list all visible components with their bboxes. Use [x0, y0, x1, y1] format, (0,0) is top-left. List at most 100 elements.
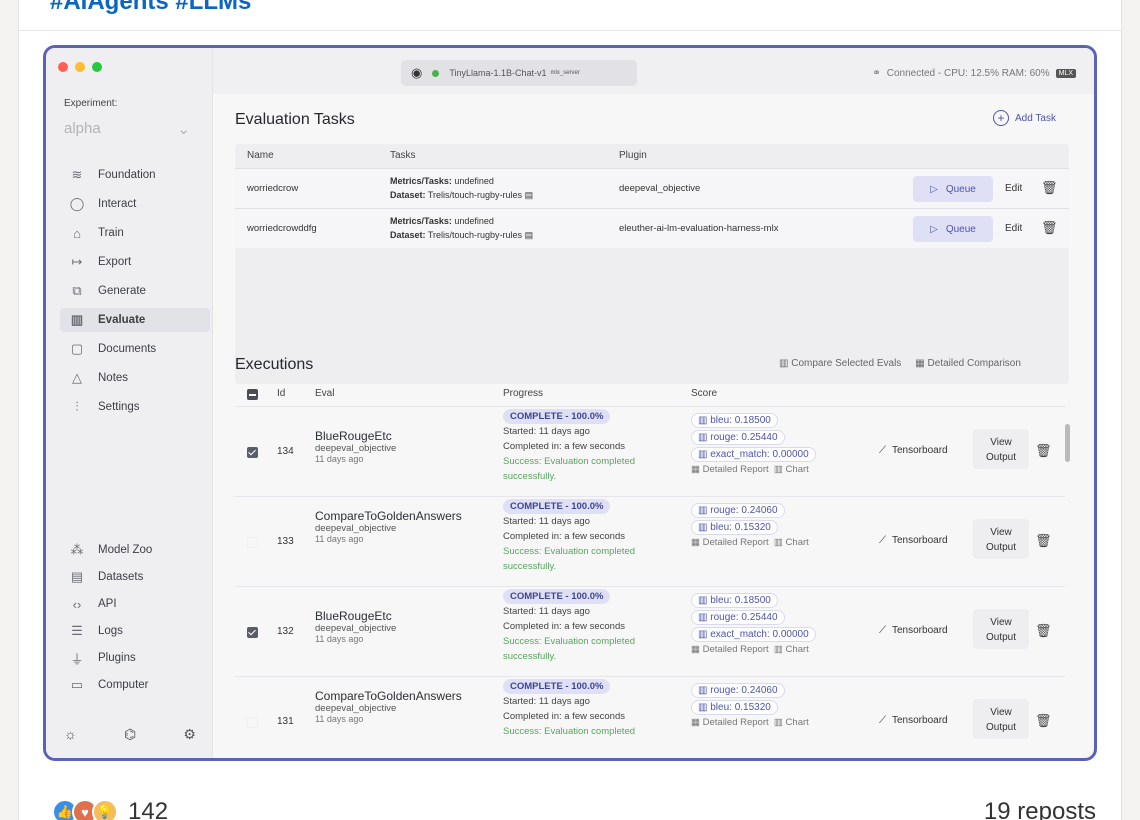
sidebar-item-computer[interactable]: ▭ Computer — [68, 673, 198, 697]
exec-id: 133 — [277, 536, 294, 547]
row-checkbox[interactable] — [247, 717, 258, 728]
post-hashtags[interactable]: #AIAgents #LLMs — [50, 0, 251, 16]
detailed-report-link[interactable]: ▦ Detailed Report — [691, 717, 769, 728]
sidebar-item-foundation[interactable]: ≋ Foundation — [68, 163, 198, 187]
queue-button[interactable]: ▷ Queue — [913, 176, 993, 202]
view-output-button[interactable]: View Output — [973, 429, 1029, 469]
tensorboard-button[interactable]: ⟋ Tensorboard — [879, 445, 948, 456]
chart-link[interactable]: ▥ Chart — [774, 717, 809, 728]
chart-link[interactable]: ▥ Chart — [774, 537, 809, 548]
main-content: Evaluation Tasks + Add Task Name Tasks P… — [213, 94, 1094, 758]
executions-header: Id Eval Progress Score — [235, 384, 1065, 406]
model-selector[interactable]: ◉ TinyLlama-1.1B-Chat-v1 mlx_server — [401, 60, 637, 86]
select-all-checkbox[interactable] — [247, 389, 258, 400]
view-output-button[interactable]: View Output — [973, 699, 1029, 739]
tensorboard-button[interactable]: ⟋ Tensorboard — [879, 625, 948, 636]
sidebar-item-logs[interactable]: ☰ Logs — [68, 619, 198, 643]
exec-eval: CompareToGoldenAnswers deepeval_objectiv… — [315, 689, 462, 724]
dataset-icon: ▤ — [70, 569, 84, 584]
score-pill: ▥ exact_match: 0.00000 — [691, 447, 816, 462]
close-window-button[interactable] — [58, 62, 68, 72]
gear-icon[interactable]: ⚙ — [183, 726, 196, 743]
exec-eval: CompareToGoldenAnswers deepeval_objectiv… — [315, 509, 462, 544]
sidebar-item-export[interactable]: ↦ Export — [68, 250, 198, 274]
play-icon: ▷ — [930, 223, 938, 235]
edit-button[interactable]: Edit — [1005, 183, 1022, 194]
sidebar-item-api[interactable]: ‹› API — [68, 592, 198, 616]
sun-icon[interactable]: ☼ — [64, 726, 77, 743]
bar-chart-icon: ▥ — [698, 629, 708, 640]
sidebar-item-settings[interactable]: ⫶ Settings — [68, 395, 198, 419]
trash-icon[interactable]: 🗑 — [1035, 443, 1052, 459]
detailed-comparison-button[interactable]: ▦ Detailed Comparison — [915, 358, 1021, 369]
eval-name: CompareToGoldenAnswers — [315, 509, 462, 523]
col-id: Id — [277, 388, 286, 399]
sidebar-item-interact[interactable]: ◯ Interact — [68, 192, 198, 216]
sidebar-item-evaluate[interactable]: ▥ Evaluate — [60, 308, 210, 332]
scrollbar[interactable] — [1065, 424, 1070, 462]
task-name: worriedcrowddfg — [247, 223, 317, 234]
eval-age: 11 days ago — [315, 454, 364, 464]
table-row: 134 BlueRougeEtc deepeval_objective 11 d… — [235, 406, 1065, 496]
edit-button[interactable]: Edit — [1005, 223, 1022, 234]
sidebar-item-train[interactable]: ⌂ Train — [68, 221, 198, 245]
view-output-button[interactable]: View Output — [973, 609, 1029, 649]
exec-eval: BlueRougeEtc deepeval_objective 11 days … — [315, 429, 396, 464]
eval-age: 11 days ago — [315, 714, 364, 724]
tensorboard-button[interactable]: ⟋ Tensorboard — [879, 535, 948, 546]
report-links: ▦ Detailed Report ▥ Chart — [691, 717, 809, 728]
bar-chart-icon: ▥ — [698, 685, 708, 696]
eval-plugin: deepeval_objective — [315, 623, 397, 634]
trash-icon[interactable]: 🗑 — [1035, 623, 1052, 639]
trash-icon[interactable]: 🗑 — [1041, 220, 1058, 236]
model-tag: mlx_server — [550, 70, 580, 76]
tensorboard-button[interactable]: ⟋ Tensorboard — [879, 715, 948, 726]
reactions[interactable]: 👍 ♥ 💡 142 — [52, 798, 168, 820]
sidebar-item-generate[interactable]: ⧉ Generate — [68, 279, 198, 303]
status-badge: COMPLETE - 100.0% — [503, 679, 611, 694]
shapes-icon: ⧉ — [72, 283, 82, 298]
bar-chart-icon: ▥ — [698, 612, 708, 623]
chart-link[interactable]: ▥ Chart — [774, 644, 809, 655]
minimize-window-button[interactable] — [75, 62, 85, 72]
table-row: 131 CompareToGoldenAnswers deepeval_obje… — [235, 676, 1065, 758]
reposts-count[interactable]: 19 reposts — [984, 798, 1096, 820]
detailed-report-link[interactable]: ▦ Detailed Report — [691, 644, 769, 655]
detailed-report-link[interactable]: ▦ Detailed Report — [691, 537, 769, 548]
github-icon[interactable]: ⌬ — [124, 726, 136, 743]
trash-icon[interactable]: 🗑 — [1035, 713, 1052, 729]
grid-icon: ▦ — [915, 358, 925, 369]
reaction-count: 142 — [128, 798, 169, 820]
document-icon: ▢ — [70, 341, 84, 356]
experiment-select[interactable]: alpha ⌄ — [64, 120, 190, 138]
sidebar-item-datasets[interactable]: ▤ Datasets — [68, 565, 198, 589]
chart-link[interactable]: ▥ Chart — [774, 464, 809, 475]
queue-button[interactable]: ▷ Queue — [913, 216, 993, 242]
sidebar-item-plugins[interactable]: ⏚ Plugins — [68, 646, 198, 670]
compare-evals-button[interactable]: ▥ Compare Selected Evals — [779, 358, 901, 369]
eval-name: BlueRougeEtc — [315, 609, 392, 623]
row-checkbox[interactable] — [247, 627, 258, 638]
trash-icon[interactable]: 🗑 — [1041, 180, 1058, 196]
maximize-window-button[interactable] — [92, 62, 102, 72]
score-pill: ▥ bleu: 0.15320 — [691, 520, 778, 535]
score-pill: ▥ rouge: 0.24060 — [691, 503, 785, 518]
eval-plugin: deepeval_objective — [315, 703, 397, 714]
eval-name: BlueRougeEtc — [315, 429, 392, 443]
sidebar-item-notes[interactable]: △ Notes — [68, 366, 198, 390]
eval-age: 11 days ago — [315, 634, 364, 644]
detailed-report-link[interactable]: ▦ Detailed Report — [691, 464, 769, 475]
status-badge: COMPLETE - 100.0% — [503, 409, 611, 424]
sidebar-item-documents[interactable]: ▢ Documents — [68, 337, 198, 361]
report-links: ▦ Detailed Report ▥ Chart — [691, 464, 809, 475]
sidebar-item-model-zoo[interactable]: ⁂ Model Zoo — [68, 538, 198, 562]
row-checkbox[interactable] — [247, 447, 258, 458]
engine-badge: MLX — [1055, 69, 1076, 78]
col-tasks: Tasks — [390, 150, 416, 161]
row-checkbox[interactable] — [247, 537, 258, 548]
trash-icon[interactable]: 🗑 — [1035, 533, 1052, 549]
score-pill: ▥ rouge: 0.25440 — [691, 610, 785, 625]
view-output-button[interactable]: View Output — [973, 519, 1029, 559]
add-task-button[interactable]: + Add Task — [993, 110, 1056, 126]
bar-chart-icon: ▥ — [698, 595, 708, 606]
